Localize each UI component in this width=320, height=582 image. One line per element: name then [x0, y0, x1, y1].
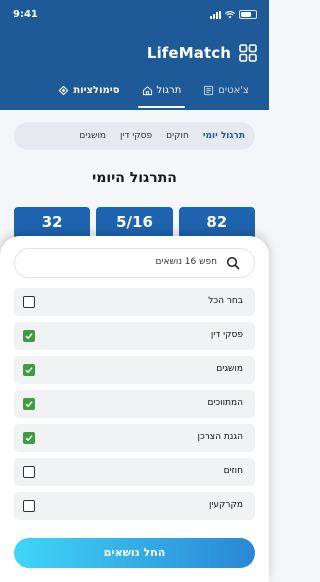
segment-concepts[interactable]: מושגים — [79, 131, 106, 141]
search-icon — [226, 256, 240, 270]
home-icon — [142, 85, 152, 95]
topic-row[interactable]: מושגים — [14, 356, 255, 384]
stat-card: 5/16 — [96, 207, 173, 237]
tab-practice[interactable]: תרגול — [137, 78, 186, 108]
check-icon — [25, 401, 33, 408]
segment-rulings[interactable]: פסקי דין — [120, 131, 152, 141]
topic-row[interactable]: הגנת הצרכן — [14, 424, 255, 452]
wifi-icon — [225, 10, 235, 18]
tab-practice-label: תרגול — [156, 84, 182, 96]
battery-icon — [239, 10, 257, 19]
checkbox[interactable] — [23, 500, 35, 512]
status-icons — [210, 10, 257, 19]
tab-chats[interactable]: צ'אטים — [199, 78, 253, 102]
tab-simulations-label: סימולציות — [73, 84, 120, 96]
segment-control: תרגול יומי חוקים פסקי דין מושגים — [14, 122, 255, 150]
topic-row[interactable]: מקרקעין — [14, 492, 255, 520]
stats-row: 32 5/16 82 — [14, 207, 255, 237]
checkbox[interactable] — [23, 296, 35, 308]
section-title: התרגול היומי — [92, 170, 177, 186]
topic-row[interactable]: המתווכים — [14, 390, 255, 418]
apply-topics-button[interactable]: החל נושאים — [14, 538, 255, 568]
stat-card: 82 — [178, 207, 255, 237]
topic-label: בחר הכל — [208, 296, 243, 306]
check-icon — [25, 333, 33, 340]
checkbox[interactable] — [23, 364, 35, 376]
status-bar: 9:41 — [0, 0, 269, 30]
status-time: 9:41 — [13, 9, 38, 20]
app-header: 9:41 LifeMatch צ'אטים תרגול סימולציות — [0, 0, 269, 110]
checkbox[interactable] — [23, 398, 35, 410]
grid-menu-icon[interactable] — [239, 44, 257, 62]
topic-label: הגנת הצרכן — [197, 432, 243, 442]
topic-row[interactable]: פסקי דין — [14, 322, 255, 350]
select-all-row[interactable]: בחר הכל — [14, 288, 255, 316]
tab-simulations[interactable]: סימולציות — [54, 78, 123, 102]
check-icon — [25, 435, 33, 442]
search-placeholder: חפש 16 נושאים — [155, 257, 218, 267]
signal-icon — [210, 10, 221, 19]
brand: LifeMatch — [147, 44, 257, 62]
segment-laws[interactable]: חוקים — [166, 131, 189, 141]
search-input[interactable]: חפש 16 נושאים — [14, 248, 255, 278]
chat-list-icon — [204, 85, 214, 95]
topic-label: המתווכים — [207, 398, 243, 408]
stat-card: 32 — [14, 207, 91, 237]
topic-label: מושגים — [216, 364, 243, 374]
topics-bottom-sheet: חפש 16 נושאים בחר הכל פסקי דין מושגים המ… — [0, 236, 269, 582]
diamond-icon — [58, 85, 69, 95]
check-icon — [25, 367, 33, 374]
topic-list: בחר הכל פסקי דין מושגים המתווכים הגנת הצ… — [14, 288, 255, 526]
topic-label: מקרקעין — [208, 500, 243, 510]
tab-chats-label: צ'אטים — [218, 84, 249, 96]
checkbox[interactable] — [23, 330, 35, 342]
topic-label: פסקי דין — [210, 330, 243, 340]
checkbox[interactable] — [23, 466, 35, 478]
app-title: LifeMatch — [146, 44, 231, 62]
checkbox[interactable] — [23, 432, 35, 444]
topic-row[interactable]: חוזים — [14, 458, 255, 486]
topic-label: חוזים — [223, 466, 243, 476]
segment-daily[interactable]: תרגול יומי — [203, 131, 245, 141]
main-tabs: צ'אטים תרגול סימולציות — [0, 78, 269, 110]
